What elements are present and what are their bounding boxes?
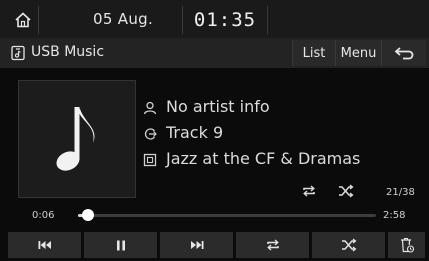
shuffle-icon — [339, 184, 354, 198]
pause-button[interactable] — [84, 232, 157, 258]
pause-icon — [116, 240, 125, 250]
progress-knob[interactable] — [82, 209, 94, 221]
track-icon — [144, 128, 157, 140]
music-note-icon — [56, 107, 95, 171]
track-counter: 21/38 — [386, 187, 415, 198]
home-button[interactable] — [8, 6, 39, 34]
delete-button[interactable] — [388, 232, 425, 258]
source-title: USB Music — [31, 44, 105, 60]
total-time: 2:58 — [383, 210, 406, 221]
progress-track[interactable] — [78, 214, 376, 217]
time-display: 01:35 — [193, 9, 257, 31]
person-icon — [143, 101, 157, 115]
menu-button[interactable]: Menu — [335, 40, 381, 66]
shuffle-icon — [341, 238, 356, 252]
skip-next-icon — [190, 241, 203, 249]
previous-button[interactable] — [8, 232, 81, 258]
usb-music-icon — [11, 45, 25, 61]
list-button-label: List — [302, 45, 326, 61]
back-button[interactable] — [381, 40, 426, 66]
clock: 01:35 — [182, 6, 268, 34]
next-button[interactable] — [160, 232, 233, 258]
repeat-button[interactable] — [236, 232, 309, 258]
skip-previous-icon — [38, 241, 51, 249]
artist-text: No artist info — [166, 97, 270, 116]
date-display: 05 Aug. — [93, 10, 154, 28]
track-text: Track 9 — [166, 123, 224, 142]
shuffle-button[interactable] — [312, 232, 385, 258]
album-text: Jazz at the CF & Dramas — [166, 149, 361, 168]
album-icon — [143, 153, 157, 167]
back-arrow-icon — [394, 47, 414, 60]
menu-button-label: Menu — [340, 45, 377, 61]
album-art — [18, 80, 136, 198]
repeat-icon — [303, 185, 315, 197]
repeat-icon — [266, 239, 279, 251]
list-button[interactable]: List — [292, 40, 335, 66]
home-icon — [15, 12, 31, 28]
elapsed-time: 0:06 — [32, 210, 55, 221]
trash-icon — [400, 237, 414, 253]
